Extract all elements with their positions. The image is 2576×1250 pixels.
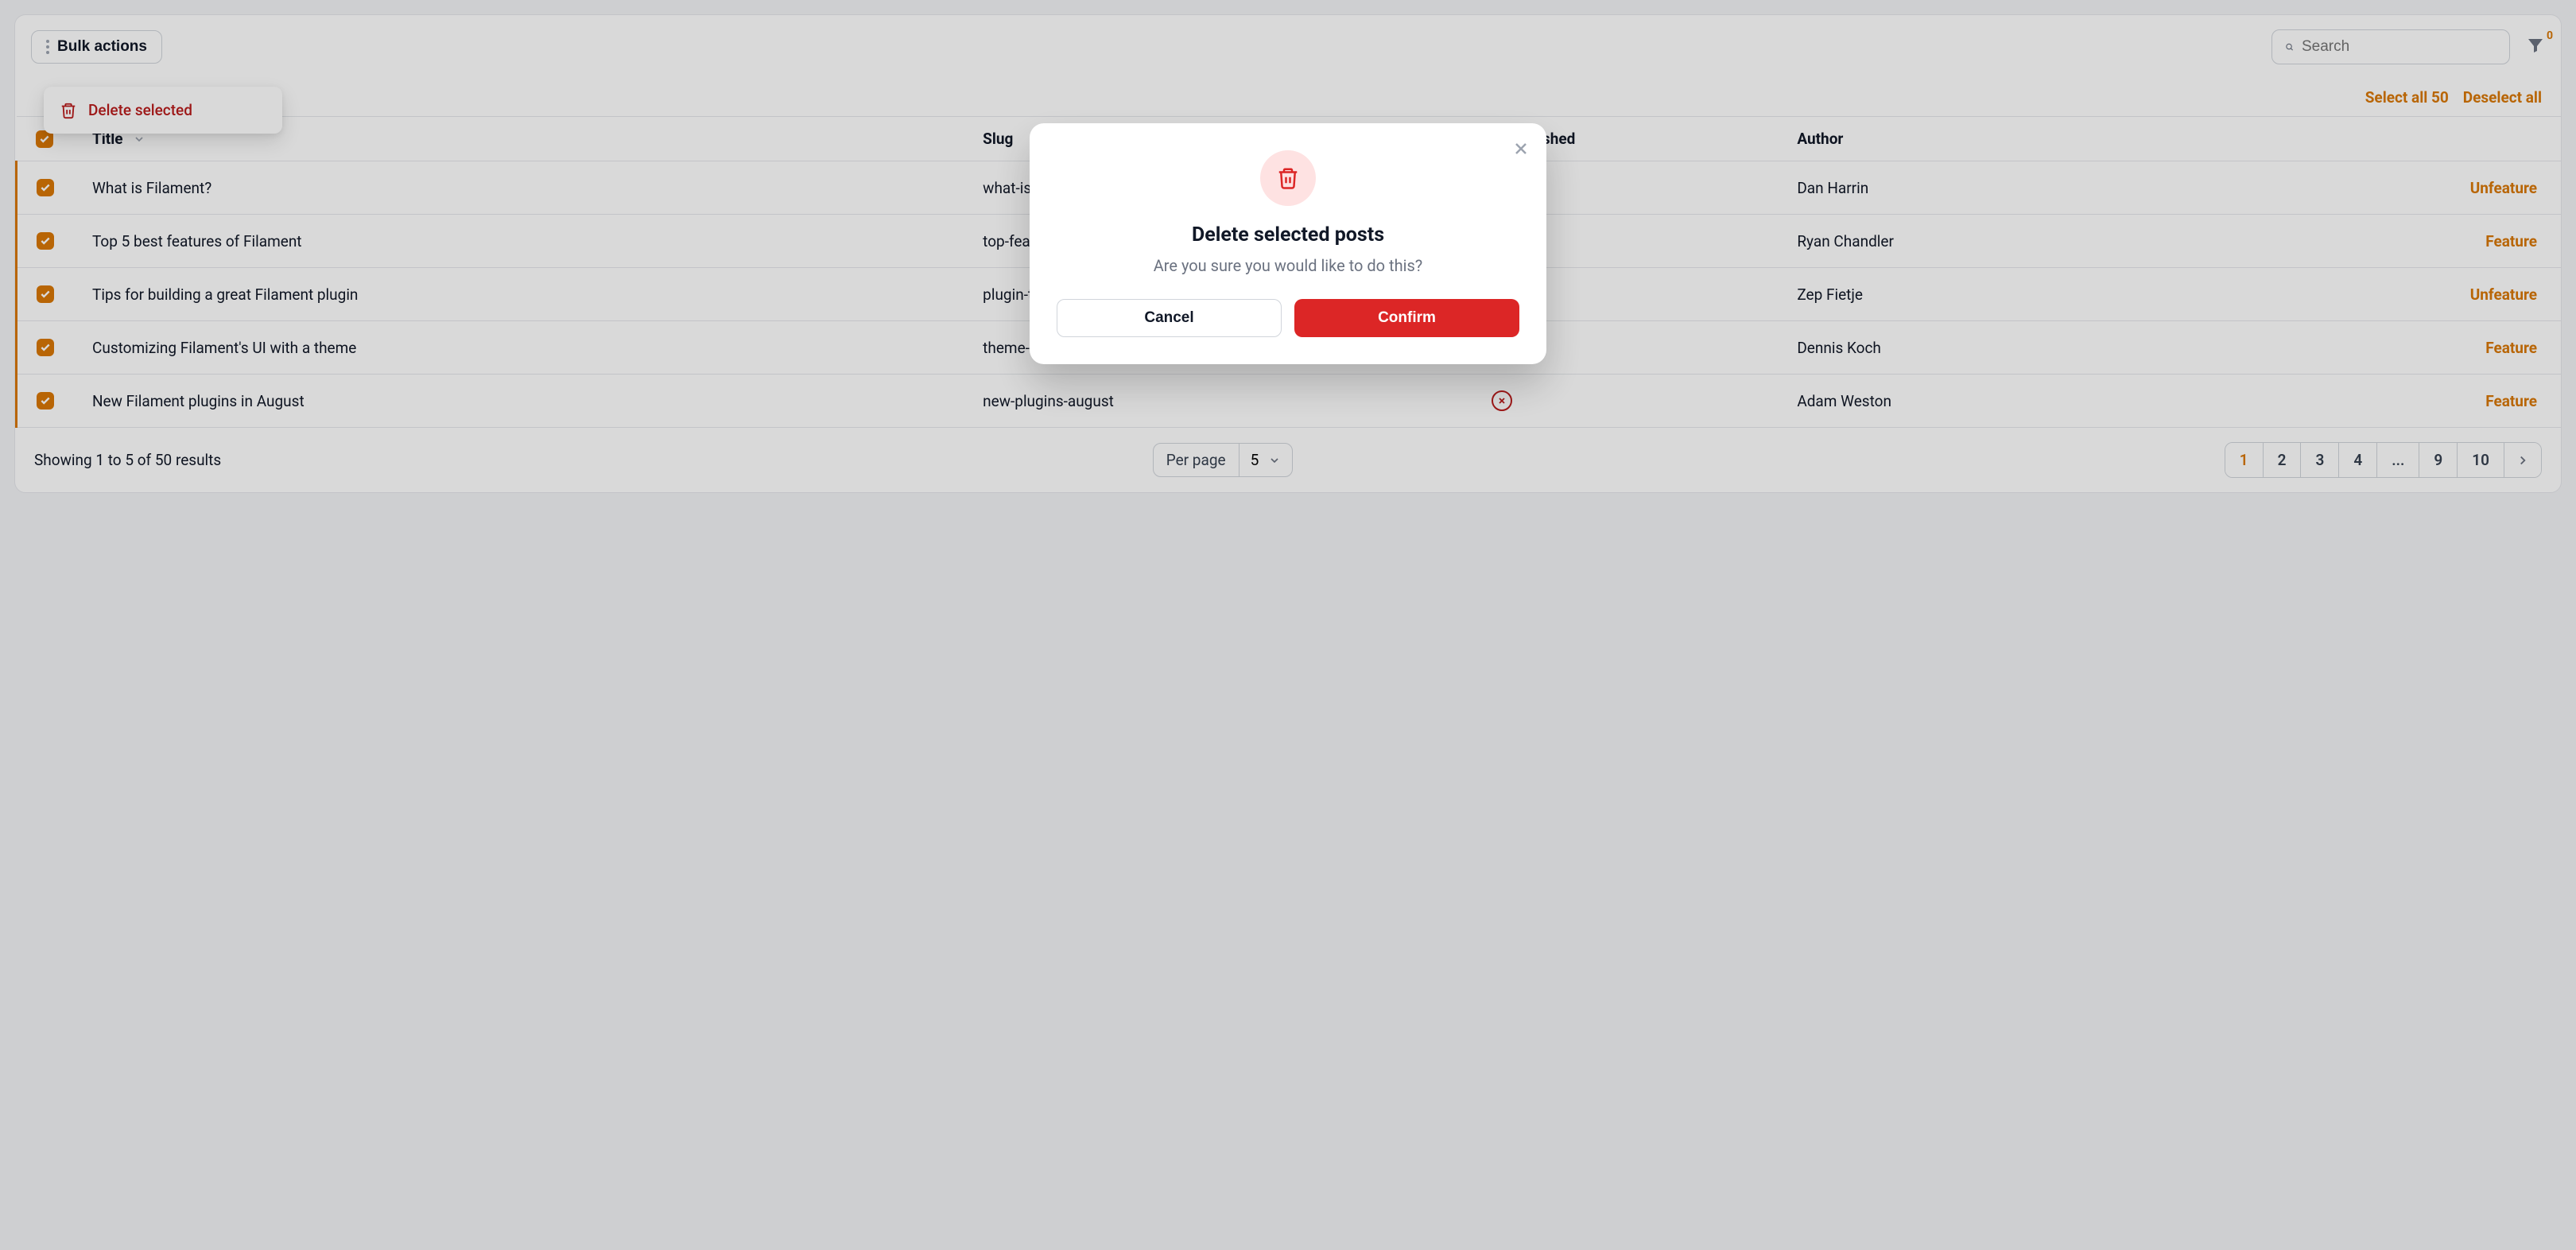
confirm-button[interactable]: Confirm: [1294, 299, 1519, 337]
modal-close-button[interactable]: [1511, 139, 1530, 161]
modal-title: Delete selected posts: [1057, 223, 1519, 247]
close-icon: [1511, 139, 1530, 158]
modal-subtitle: Are you sure you would like to do this?: [1057, 256, 1519, 275]
cancel-button[interactable]: Cancel: [1057, 299, 1282, 337]
modal-actions: Cancel Confirm: [1057, 299, 1519, 337]
confirm-delete-modal: Delete selected posts Are you sure you w…: [1030, 123, 1546, 364]
modal-icon-circle: [1260, 150, 1316, 206]
modal-overlay[interactable]: Delete selected posts Are you sure you w…: [0, 0, 2576, 1250]
trash-icon: [1276, 166, 1300, 190]
